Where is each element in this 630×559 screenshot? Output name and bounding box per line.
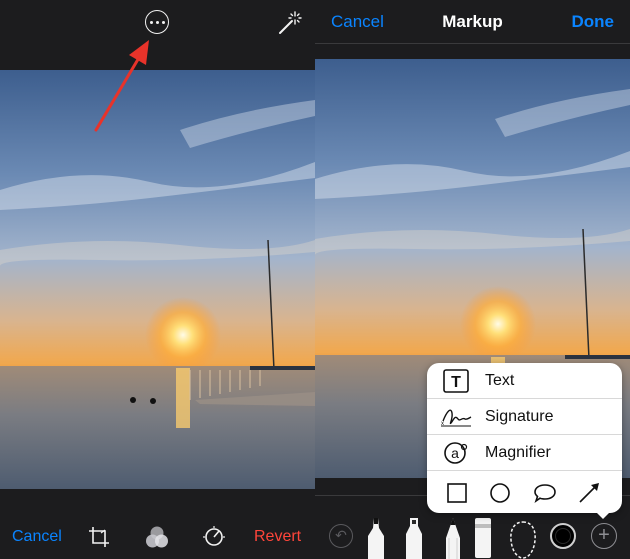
signature-icon: x bbox=[439, 403, 473, 431]
popover-item-label: Magnifier bbox=[485, 443, 551, 461]
filters-icon[interactable] bbox=[144, 525, 170, 549]
markup-add-popover: T Text x Signature a Magnifier bbox=[427, 363, 622, 519]
arrow-shape-icon[interactable] bbox=[577, 482, 601, 504]
circle-shape-icon[interactable] bbox=[488, 482, 512, 504]
screenshot-root: Cancel Revert Markup Cancel Done ↶ + T T… bbox=[0, 0, 630, 559]
svg-text:T: T bbox=[451, 374, 461, 391]
undo-icon[interactable]: ↶ bbox=[329, 524, 353, 548]
square-shape-icon[interactable] bbox=[445, 482, 469, 504]
markup-screen: Markup Cancel Done ↶ + T Text x Signatur… bbox=[315, 0, 630, 559]
revert-button[interactable]: Revert bbox=[254, 528, 301, 546]
color-picker-icon[interactable] bbox=[550, 523, 576, 549]
more-options-icon[interactable] bbox=[145, 10, 169, 34]
adjust-icon[interactable] bbox=[203, 526, 225, 548]
sunset-photo bbox=[0, 70, 315, 489]
magnifier-icon: a bbox=[439, 439, 473, 467]
markup-cancel-button[interactable]: Cancel bbox=[331, 12, 384, 32]
edit-top-bar bbox=[0, 0, 315, 70]
svg-text:x: x bbox=[441, 421, 444, 427]
magic-wand-icon[interactable] bbox=[276, 9, 302, 35]
add-icon[interactable]: + bbox=[591, 523, 617, 549]
popover-item-label: Text bbox=[485, 371, 515, 389]
shape-picker bbox=[427, 471, 622, 513]
lasso-icon[interactable] bbox=[508, 520, 538, 559]
pencil-icon[interactable] bbox=[442, 518, 464, 559]
markup-nav-bar: Markup Cancel Done bbox=[315, 0, 630, 44]
pen-icon[interactable] bbox=[365, 518, 387, 559]
popover-item-signature[interactable]: x Signature bbox=[427, 399, 622, 435]
speech-bubble-shape-icon[interactable] bbox=[533, 482, 557, 504]
cancel-button[interactable]: Cancel bbox=[12, 528, 62, 546]
popover-item-magnifier[interactable]: a Magnifier bbox=[427, 435, 622, 471]
crop-icon[interactable] bbox=[88, 526, 110, 548]
eraser-icon[interactable] bbox=[475, 518, 491, 558]
popover-item-label: Signature bbox=[485, 407, 554, 425]
text-box-icon: T bbox=[439, 367, 473, 395]
popover-tail bbox=[593, 509, 613, 519]
done-button[interactable]: Done bbox=[572, 12, 615, 32]
popover-item-text[interactable]: T Text bbox=[427, 363, 622, 399]
svg-text:a: a bbox=[451, 445, 459, 461]
photo-edit-screen: Cancel Revert bbox=[0, 0, 315, 559]
highlighter-icon[interactable] bbox=[403, 518, 425, 559]
nav-divider bbox=[315, 43, 630, 44]
